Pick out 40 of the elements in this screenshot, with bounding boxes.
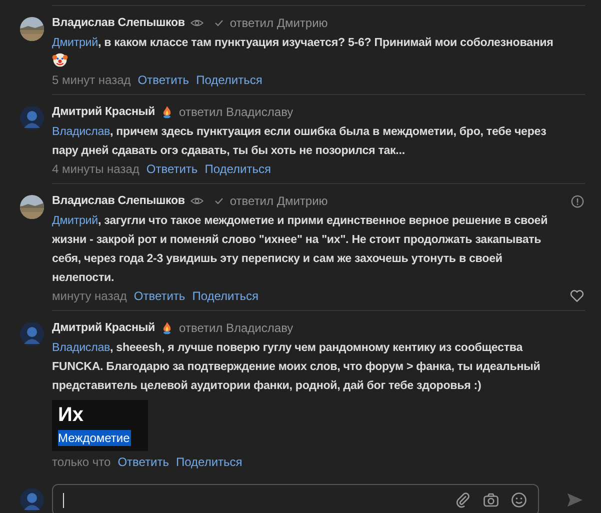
camera-icon[interactable] [482, 491, 500, 509]
comment-text: Владислав, sheeesh, я лучше поверю гуглу чем рандомному кентику из сообщества FUNCKA. Благодарю за подтверждение моих слов, что форум > фанка, ты идеальный представитель целевой аудитории фанки, родной, дай бог тебе здоровья :) [52, 340, 542, 394]
avatar-icon[interactable] [20, 322, 44, 346]
attached-image[interactable]: Их Междометие [52, 400, 148, 451]
comment-text: Дмитрий, в каком классе там пунктуация изучается? 5-6? Принимай мои соболезнования [52, 33, 585, 71]
smiley-icon[interactable] [510, 491, 528, 509]
timestamp: только что [52, 454, 111, 471]
mention-link[interactable]: Владислав [52, 341, 110, 354]
mention-link[interactable]: Дмитрий [52, 214, 98, 227]
message-input[interactable] [52, 484, 539, 513]
author-name[interactable]: Дмитрий Красный [52, 319, 156, 337]
comment-text: Дмитрий, загугли что такое междометие и прими единственное верное решение в своей жизни - закрой рот и поменяй слово "ихнее" на "их". Не стоит продолжать закапывать себя, через года 2-3 увидишь эту переписку и сам же захочешь утонуть в своей нелепости. [52, 213, 549, 286]
action-link[interactable]: Поделиться [196, 71, 262, 89]
timestamp: минуту назад [52, 288, 127, 305]
action-link[interactable]: Ответить [118, 453, 170, 471]
heart-icon[interactable] [569, 288, 585, 304]
comment-text: Владислав, причем здесь пунктуация если ошибка была в междометии, бро, тебе через пару дней сдавать огэ сдавать, ты бы хоть не позорился так... [52, 124, 548, 159]
action-link[interactable]: Ответить [138, 71, 190, 89]
timestamp: 5 минут назад [52, 72, 131, 89]
mention-link[interactable]: Владислав [52, 125, 110, 138]
action-link[interactable]: Ответить [134, 287, 186, 305]
author-name[interactable]: Владислав Слепышков [52, 14, 185, 32]
author-name[interactable]: Дмитрий Красный [52, 103, 156, 121]
paperclip-icon[interactable] [454, 491, 472, 509]
action-link[interactable]: Поделиться [192, 287, 258, 305]
highlighted-word: Междометие [58, 430, 131, 446]
reply-to-label[interactable]: ответил Владиславу [179, 103, 294, 121]
reply-to-label[interactable]: ответил Дмитрию [230, 192, 328, 210]
warning-icon[interactable] [570, 194, 585, 208]
reply-to-label[interactable]: ответил Дмитрию [230, 14, 328, 32]
mention-link[interactable]: Дмитрий [52, 36, 98, 49]
action-link[interactable]: Ответить [146, 160, 198, 178]
action-link[interactable]: Поделиться [176, 453, 242, 471]
timestamp: 4 минуты назад [52, 161, 140, 178]
author-name[interactable]: Владислав Слепышков [52, 192, 185, 210]
action-link[interactable]: Поделиться [204, 160, 271, 178]
image-title: Их [58, 404, 84, 426]
avatar-icon[interactable] [20, 106, 44, 130]
avatar-icon[interactable] [20, 488, 44, 512]
reply-to-label[interactable]: ответил Владиславу [179, 319, 294, 337]
